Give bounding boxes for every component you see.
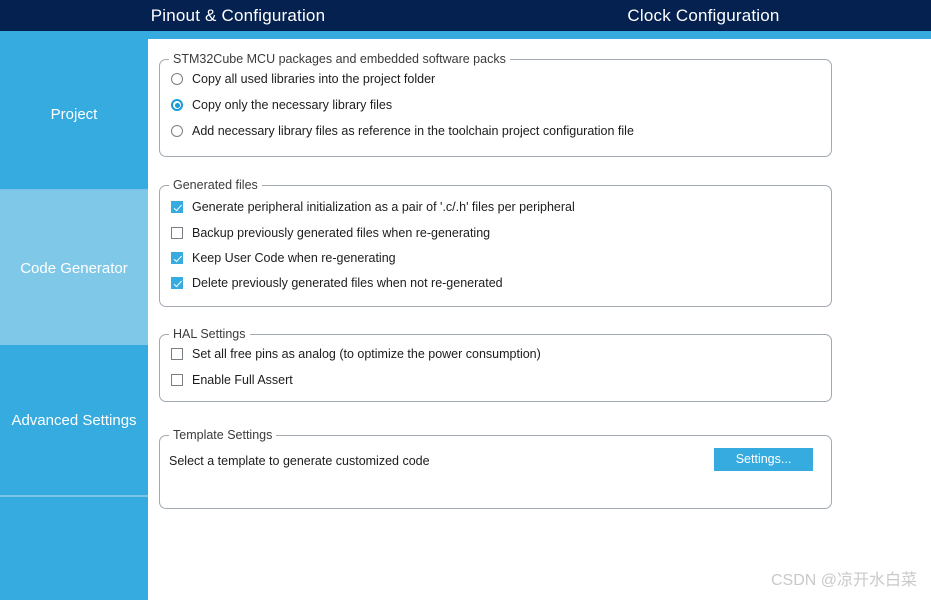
radio-copy-all-libraries-label: Copy all used libraries into the project… (192, 72, 436, 86)
checkbox-unchecked-icon (171, 227, 183, 239)
checkbox-delete-previously-generated-label: Delete previously generated files when n… (192, 276, 503, 290)
template-settings-description: Select a template to generate customized… (169, 454, 430, 468)
checkbox-unchecked-icon (171, 348, 183, 360)
tab-pinout-label: Pinout & Configuration (150, 5, 326, 25)
tab-pinout-configuration[interactable]: Pinout & Configuration (0, 0, 476, 31)
checkbox-checked-icon (171, 277, 183, 289)
checkbox-backup-previously-generated-label: Backup previously generated files when r… (192, 226, 491, 240)
sidebar: Project Code Generator Advanced Settings (0, 39, 148, 600)
checkbox-enable-full-assert-label: Enable Full Assert (192, 373, 293, 387)
checkbox-set-free-pins-analog[interactable]: Set all free pins as analog (to optimize… (171, 347, 541, 361)
radio-add-library-as-reference-label: Add necessary library files as reference… (192, 124, 634, 138)
sidebar-item-advanced-settings-label: Advanced Settings (11, 411, 137, 429)
radio-unchecked-icon (171, 73, 183, 85)
radio-copy-necessary-library-files[interactable]: Copy only the necessary library files (171, 98, 392, 112)
checkbox-delete-previously-generated[interactable]: Delete previously generated files when n… (171, 276, 503, 290)
tab-clock-label: Clock Configuration (627, 5, 780, 25)
group-template-settings-title: Template Settings (169, 428, 277, 442)
checkbox-enable-full-assert[interactable]: Enable Full Assert (171, 373, 293, 387)
sidebar-item-project-label: Project (50, 105, 98, 123)
sidebar-item-code-generator-label: Code Generator (20, 259, 128, 277)
checkbox-generate-peripheral-init-label: Generate peripheral initialization as a … (192, 200, 575, 214)
group-mcu-packages-title: STM32Cube MCU packages and embedded soft… (169, 52, 510, 66)
radio-add-library-as-reference[interactable]: Add necessary library files as reference… (171, 124, 634, 138)
radio-copy-all-libraries[interactable]: Copy all used libraries into the project… (171, 72, 435, 86)
tab-bar-underline (0, 31, 931, 39)
csdn-watermark: CSDN @凉开水白菜 (770, 572, 917, 589)
group-generated-files: Generated files Generate peripheral init… (159, 178, 832, 307)
code-generator-panel: STM32Cube MCU packages and embedded soft… (148, 39, 931, 600)
checkbox-backup-previously-generated[interactable]: Backup previously generated files when r… (171, 226, 490, 240)
checkbox-checked-icon (171, 201, 183, 213)
group-hal-settings: HAL Settings Set all free pins as analog… (159, 327, 832, 402)
tab-bar: Pinout & Configuration Clock Configurati… (0, 0, 931, 31)
template-settings-button[interactable]: Settings... (714, 448, 813, 471)
sidebar-item-advanced-settings[interactable]: Advanced Settings (0, 345, 148, 495)
radio-unchecked-icon (171, 125, 183, 137)
checkbox-generate-peripheral-init[interactable]: Generate peripheral initialization as a … (171, 200, 575, 214)
checkbox-keep-user-code[interactable]: Keep User Code when re-generating (171, 251, 396, 265)
group-template-settings: Template Settings Select a template to g… (159, 428, 832, 509)
checkbox-keep-user-code-label: Keep User Code when re-generating (192, 251, 396, 265)
checkbox-unchecked-icon (171, 374, 183, 386)
sidebar-item-empty[interactable] (0, 497, 148, 598)
radio-checked-icon (171, 99, 183, 111)
radio-copy-necessary-library-files-label: Copy only the necessary library files (192, 98, 393, 112)
tab-clock-configuration[interactable]: Clock Configuration (476, 0, 931, 31)
group-mcu-packages: STM32Cube MCU packages and embedded soft… (159, 52, 832, 157)
group-generated-files-title: Generated files (169, 178, 262, 192)
checkbox-set-free-pins-analog-label: Set all free pins as analog (to optimize… (192, 347, 541, 361)
sidebar-item-code-generator[interactable]: Code Generator (0, 191, 148, 345)
sidebar-item-project[interactable]: Project (0, 39, 148, 189)
group-hal-settings-title: HAL Settings (169, 327, 250, 341)
checkbox-checked-icon (171, 252, 183, 264)
